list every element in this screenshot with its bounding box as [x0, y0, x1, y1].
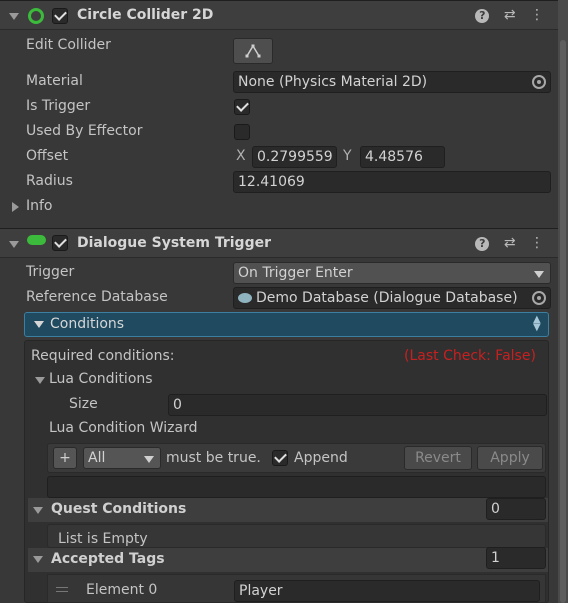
component-enabled-checkbox[interactable]	[52, 235, 68, 251]
info-foldout-icon[interactable]	[12, 202, 19, 212]
size-label: Size	[69, 396, 98, 412]
more-icon[interactable]: ⋮	[530, 235, 544, 251]
collapse-icon[interactable]	[9, 13, 19, 20]
collapse-icon[interactable]	[35, 377, 45, 384]
append-checkbox[interactable]	[272, 450, 288, 466]
collapse-icon[interactable]	[33, 556, 43, 563]
help-icon[interactable]: ?	[475, 237, 490, 251]
lua-conditions-label[interactable]: Lua Conditions	[49, 371, 153, 387]
accepted-tags-count[interactable]: 1	[486, 547, 546, 569]
collapse-icon	[34, 321, 44, 328]
trigger-value: On Trigger Enter	[238, 265, 353, 281]
offset-label: Offset	[26, 148, 69, 164]
required-conditions-label: Required conditions:	[31, 348, 175, 364]
component-enabled-checkbox[interactable]	[52, 8, 68, 24]
offset-x-field[interactable]: 0.2799559	[252, 146, 337, 168]
offset-x-label: X	[236, 148, 246, 164]
list-empty-label: List is Empty	[58, 531, 148, 547]
presets-icon[interactable]: ⇄	[504, 235, 516, 251]
element0-field[interactable]: Player	[234, 580, 540, 602]
sort-arrows-icon: ▲ ▼	[533, 314, 541, 333]
trigger-label: Trigger	[26, 264, 75, 280]
edit-collider-icon	[245, 44, 261, 58]
info-label[interactable]: Info	[26, 198, 53, 214]
all-value: All	[88, 450, 106, 466]
trigger-dropdown[interactable]: On Trigger Enter	[233, 262, 551, 284]
append-label: Append	[294, 450, 348, 466]
reference-database-field[interactable]: Demo Database (Dialogue Database)	[233, 287, 551, 309]
dropdown-arrow-icon	[144, 456, 154, 463]
component-title: Dialogue System Trigger	[77, 235, 271, 251]
used-by-effector-checkbox[interactable]	[234, 124, 250, 140]
collapse-icon[interactable]	[9, 241, 19, 248]
radius-field[interactable]: 12.41069	[233, 171, 551, 193]
dropdown-arrow-icon	[534, 271, 544, 278]
quest-conditions-label[interactable]: Quest Conditions	[51, 501, 186, 517]
object-picker-icon[interactable]	[532, 291, 546, 305]
help-icon[interactable]: ?	[475, 9, 490, 23]
offset-y-field[interactable]: 4.48576	[360, 146, 445, 168]
script-enabled-icon	[27, 235, 46, 245]
apply-button[interactable]: Apply	[477, 446, 543, 470]
header-actions: ? ⇄ ⋮	[465, 7, 544, 23]
must-be-true-label: must be true.	[166, 450, 261, 466]
reference-database-value: Demo Database (Dialogue Database)	[256, 290, 518, 306]
material-value: None (Physics Material 2D)	[238, 74, 428, 90]
is-trigger-label: Is Trigger	[26, 98, 91, 114]
material-field[interactable]: None (Physics Material 2D)	[233, 71, 551, 93]
lua-code-field[interactable]	[47, 476, 546, 498]
last-check-label: (Last Check: False)	[404, 348, 536, 364]
used-by-effector-label: Used By Effector	[26, 123, 143, 139]
collapse-icon[interactable]	[33, 507, 43, 514]
conditions-label: Conditions	[50, 316, 125, 332]
material-label: Material	[26, 73, 83, 89]
drag-handle-icon[interactable]	[56, 587, 68, 592]
object-picker-icon[interactable]	[532, 75, 546, 89]
radius-label: Radius	[26, 173, 73, 189]
circle-collider-header[interactable]: Circle Collider 2D ? ⇄ ⋮	[0, 0, 558, 30]
database-icon	[238, 293, 252, 303]
component-title: Circle Collider 2D	[77, 7, 214, 23]
lua-wizard-label: Lua Condition Wizard	[49, 420, 198, 436]
more-icon[interactable]: ⋮	[530, 7, 544, 23]
edit-collider-button[interactable]	[233, 38, 273, 64]
presets-icon[interactable]: ⇄	[504, 7, 516, 23]
element0-label: Element 0	[86, 582, 158, 598]
reference-database-label: Reference Database	[26, 289, 168, 305]
quest-conditions-count[interactable]: 0	[486, 498, 546, 520]
all-dropdown[interactable]: All	[83, 447, 161, 469]
is-trigger-checkbox[interactable]	[234, 99, 250, 115]
header-actions: ? ⇄ ⋮	[465, 235, 544, 251]
offset-y-label: Y	[343, 148, 352, 164]
revert-button[interactable]: Revert	[404, 446, 472, 470]
enabled-circle-icon	[28, 8, 44, 24]
conditions-foldout[interactable]: Conditions ▲ ▼	[24, 312, 549, 337]
accepted-tags-label[interactable]: Accepted Tags	[51, 551, 165, 567]
edit-collider-label: Edit Collider	[26, 37, 111, 53]
dialogue-trigger-header[interactable]: Dialogue System Trigger ? ⇄ ⋮	[0, 228, 558, 258]
scrollbar-thumb[interactable]	[560, 40, 566, 603]
size-field[interactable]: 0	[168, 394, 547, 416]
add-condition-button[interactable]: +	[53, 447, 77, 469]
